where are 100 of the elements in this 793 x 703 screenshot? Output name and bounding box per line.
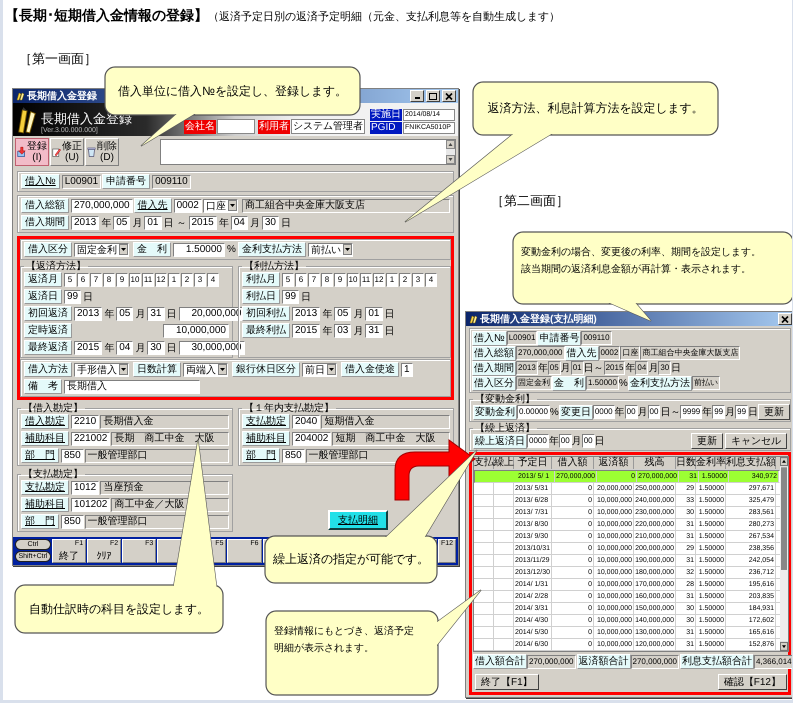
input-field[interactable]: 05 bbox=[113, 216, 130, 230]
input-field[interactable]: 03 bbox=[334, 324, 352, 338]
input-field[interactable]: 1 bbox=[401, 362, 413, 376]
input-field[interactable]: 101202 bbox=[71, 498, 110, 512]
input-field[interactable]: 8 bbox=[321, 272, 333, 286]
minimize-button[interactable] bbox=[410, 90, 424, 102]
input-field[interactable]: 2015 bbox=[188, 216, 217, 230]
input-field[interactable]: 長期借入 bbox=[64, 380, 200, 394]
input-field[interactable]: 11 bbox=[142, 272, 154, 286]
input-field[interactable]: 01 bbox=[365, 306, 382, 320]
input-field[interactable]: 30 bbox=[147, 340, 164, 354]
input-field[interactable]: 10,000,000 bbox=[163, 324, 229, 338]
input-field[interactable]: 12 bbox=[155, 272, 167, 286]
input-field[interactable]: 05 bbox=[116, 306, 134, 320]
input-field[interactable]: 10 bbox=[347, 272, 359, 286]
field-link[interactable]: 補助科目 bbox=[21, 497, 69, 512]
input-field[interactable]: 270,000,000 bbox=[71, 198, 133, 212]
field-link[interactable]: 部 門 bbox=[21, 448, 59, 463]
input-field[interactable]: 99 bbox=[735, 405, 748, 419]
dropdown[interactable]: 前日 bbox=[302, 362, 337, 376]
close-button[interactable] bbox=[442, 90, 456, 102]
input-field[interactable]: 6 bbox=[77, 272, 89, 286]
action-button[interactable]: 更新 bbox=[758, 404, 790, 420]
toolbar-button[interactable]: 削除 (D) bbox=[85, 138, 119, 166]
input-field[interactable]: 2015 bbox=[292, 324, 320, 338]
action-button[interactable]: 終了【F1】 bbox=[475, 674, 539, 690]
input-field[interactable]: 0000 bbox=[592, 405, 615, 419]
input-field[interactable]: 00 bbox=[582, 434, 595, 448]
input-field[interactable]: 01 bbox=[144, 216, 162, 230]
input-field[interactable]: 850 bbox=[282, 448, 305, 462]
input-field[interactable]: 2013 bbox=[292, 306, 320, 320]
input-field[interactable]: 5 bbox=[282, 272, 294, 286]
input-field[interactable]: 12 bbox=[373, 272, 385, 286]
close-button[interactable] bbox=[778, 313, 792, 325]
input-field[interactable]: 8 bbox=[103, 272, 115, 286]
input-field[interactable]: 31 bbox=[365, 324, 382, 338]
input-field[interactable]: 30 bbox=[262, 216, 279, 230]
input-field[interactable]: 7 bbox=[308, 272, 320, 286]
field-link[interactable]: 部 門 bbox=[242, 448, 280, 463]
field-link[interactable]: 借入№ bbox=[21, 174, 60, 189]
input-field[interactable]: 05 bbox=[334, 306, 352, 320]
maximize-button[interactable] bbox=[426, 90, 440, 102]
input-field[interactable]: 5 bbox=[64, 272, 76, 286]
input-field[interactable]: 4 bbox=[207, 272, 219, 286]
toolbar-button[interactable]: 登録 (I) bbox=[15, 138, 49, 166]
input-field[interactable]: 30,000,000 bbox=[178, 340, 244, 354]
input-field[interactable]: 0002 bbox=[174, 198, 202, 212]
input-field[interactable]: 7 bbox=[90, 272, 102, 286]
input-field[interactable]: 1.50000 bbox=[173, 242, 225, 256]
field-link[interactable]: 支払勘定 bbox=[21, 480, 69, 495]
input-field[interactable]: 00 bbox=[648, 405, 660, 419]
input-field[interactable]: 2210 bbox=[71, 414, 100, 428]
input-field[interactable]: 850 bbox=[61, 514, 84, 528]
action-button[interactable]: 更新 bbox=[691, 433, 723, 449]
input-field[interactable]: 2013 bbox=[74, 306, 102, 320]
input-field[interactable]: 1012 bbox=[71, 480, 100, 494]
scrollbar[interactable] bbox=[446, 140, 455, 164]
input-field[interactable]: 0.00000 bbox=[517, 405, 550, 419]
scrollbar[interactable] bbox=[780, 457, 788, 651]
input-field[interactable]: 31 bbox=[147, 306, 164, 320]
field-link[interactable]: 借入先 bbox=[134, 198, 172, 213]
dropdown[interactable]: 前払い bbox=[308, 242, 353, 256]
action-button[interactable]: 確認【F12】 bbox=[718, 674, 787, 690]
input-field[interactable]: 99 bbox=[282, 290, 300, 304]
input-field[interactable]: 0000 bbox=[527, 434, 549, 448]
field-link[interactable]: 補助科目 bbox=[21, 431, 69, 446]
dropdown[interactable]: 両端入 bbox=[183, 362, 228, 376]
action-button[interactable]: キャンセル bbox=[725, 433, 787, 449]
input-field[interactable]: 1 bbox=[168, 272, 180, 286]
toolbar-button[interactable]: 修正 (U) bbox=[50, 138, 84, 166]
input-field[interactable]: 9 bbox=[116, 272, 128, 286]
dropdown[interactable]: 手形借入 bbox=[74, 362, 129, 376]
input-field[interactable]: 2015 bbox=[74, 340, 102, 354]
input-field[interactable]: 00 bbox=[624, 405, 638, 419]
input-field[interactable]: 850 bbox=[61, 448, 84, 462]
input-field[interactable]: 2 bbox=[181, 272, 193, 286]
input-field[interactable]: 2040 bbox=[292, 414, 320, 428]
input-field[interactable]: 04 bbox=[116, 340, 134, 354]
field-link[interactable]: 部 門 bbox=[21, 514, 59, 529]
dropdown[interactable]: 固定金利 bbox=[74, 242, 129, 256]
input-field[interactable]: 4 bbox=[425, 272, 437, 286]
input-field[interactable]: 9999 bbox=[680, 405, 702, 419]
input-field[interactable]: 10 bbox=[129, 272, 141, 286]
input-field[interactable]: 221002 bbox=[71, 432, 110, 446]
field-link[interactable]: 借入勘定 bbox=[21, 414, 69, 429]
input-field[interactable]: 3 bbox=[194, 272, 206, 286]
input-field[interactable]: 00 bbox=[558, 434, 572, 448]
input-field[interactable]: 9 bbox=[334, 272, 346, 286]
action-button[interactable]: 支払明細 bbox=[328, 510, 388, 530]
input-field[interactable]: 99 bbox=[712, 405, 726, 419]
input-field[interactable]: 04 bbox=[230, 216, 248, 230]
input-field[interactable]: 2013 bbox=[71, 216, 100, 230]
input-field[interactable]: 11 bbox=[360, 272, 372, 286]
input-field[interactable]: 2 bbox=[399, 272, 411, 286]
input-field[interactable]: 99 bbox=[64, 290, 82, 304]
input-field[interactable]: 6 bbox=[295, 272, 307, 286]
input-field[interactable]: 1 bbox=[386, 272, 398, 286]
field-link[interactable]: 補助科目 bbox=[242, 431, 290, 446]
dropdown[interactable]: 口座 bbox=[202, 198, 238, 212]
input-field[interactable]: 20,000,000 bbox=[178, 306, 244, 320]
